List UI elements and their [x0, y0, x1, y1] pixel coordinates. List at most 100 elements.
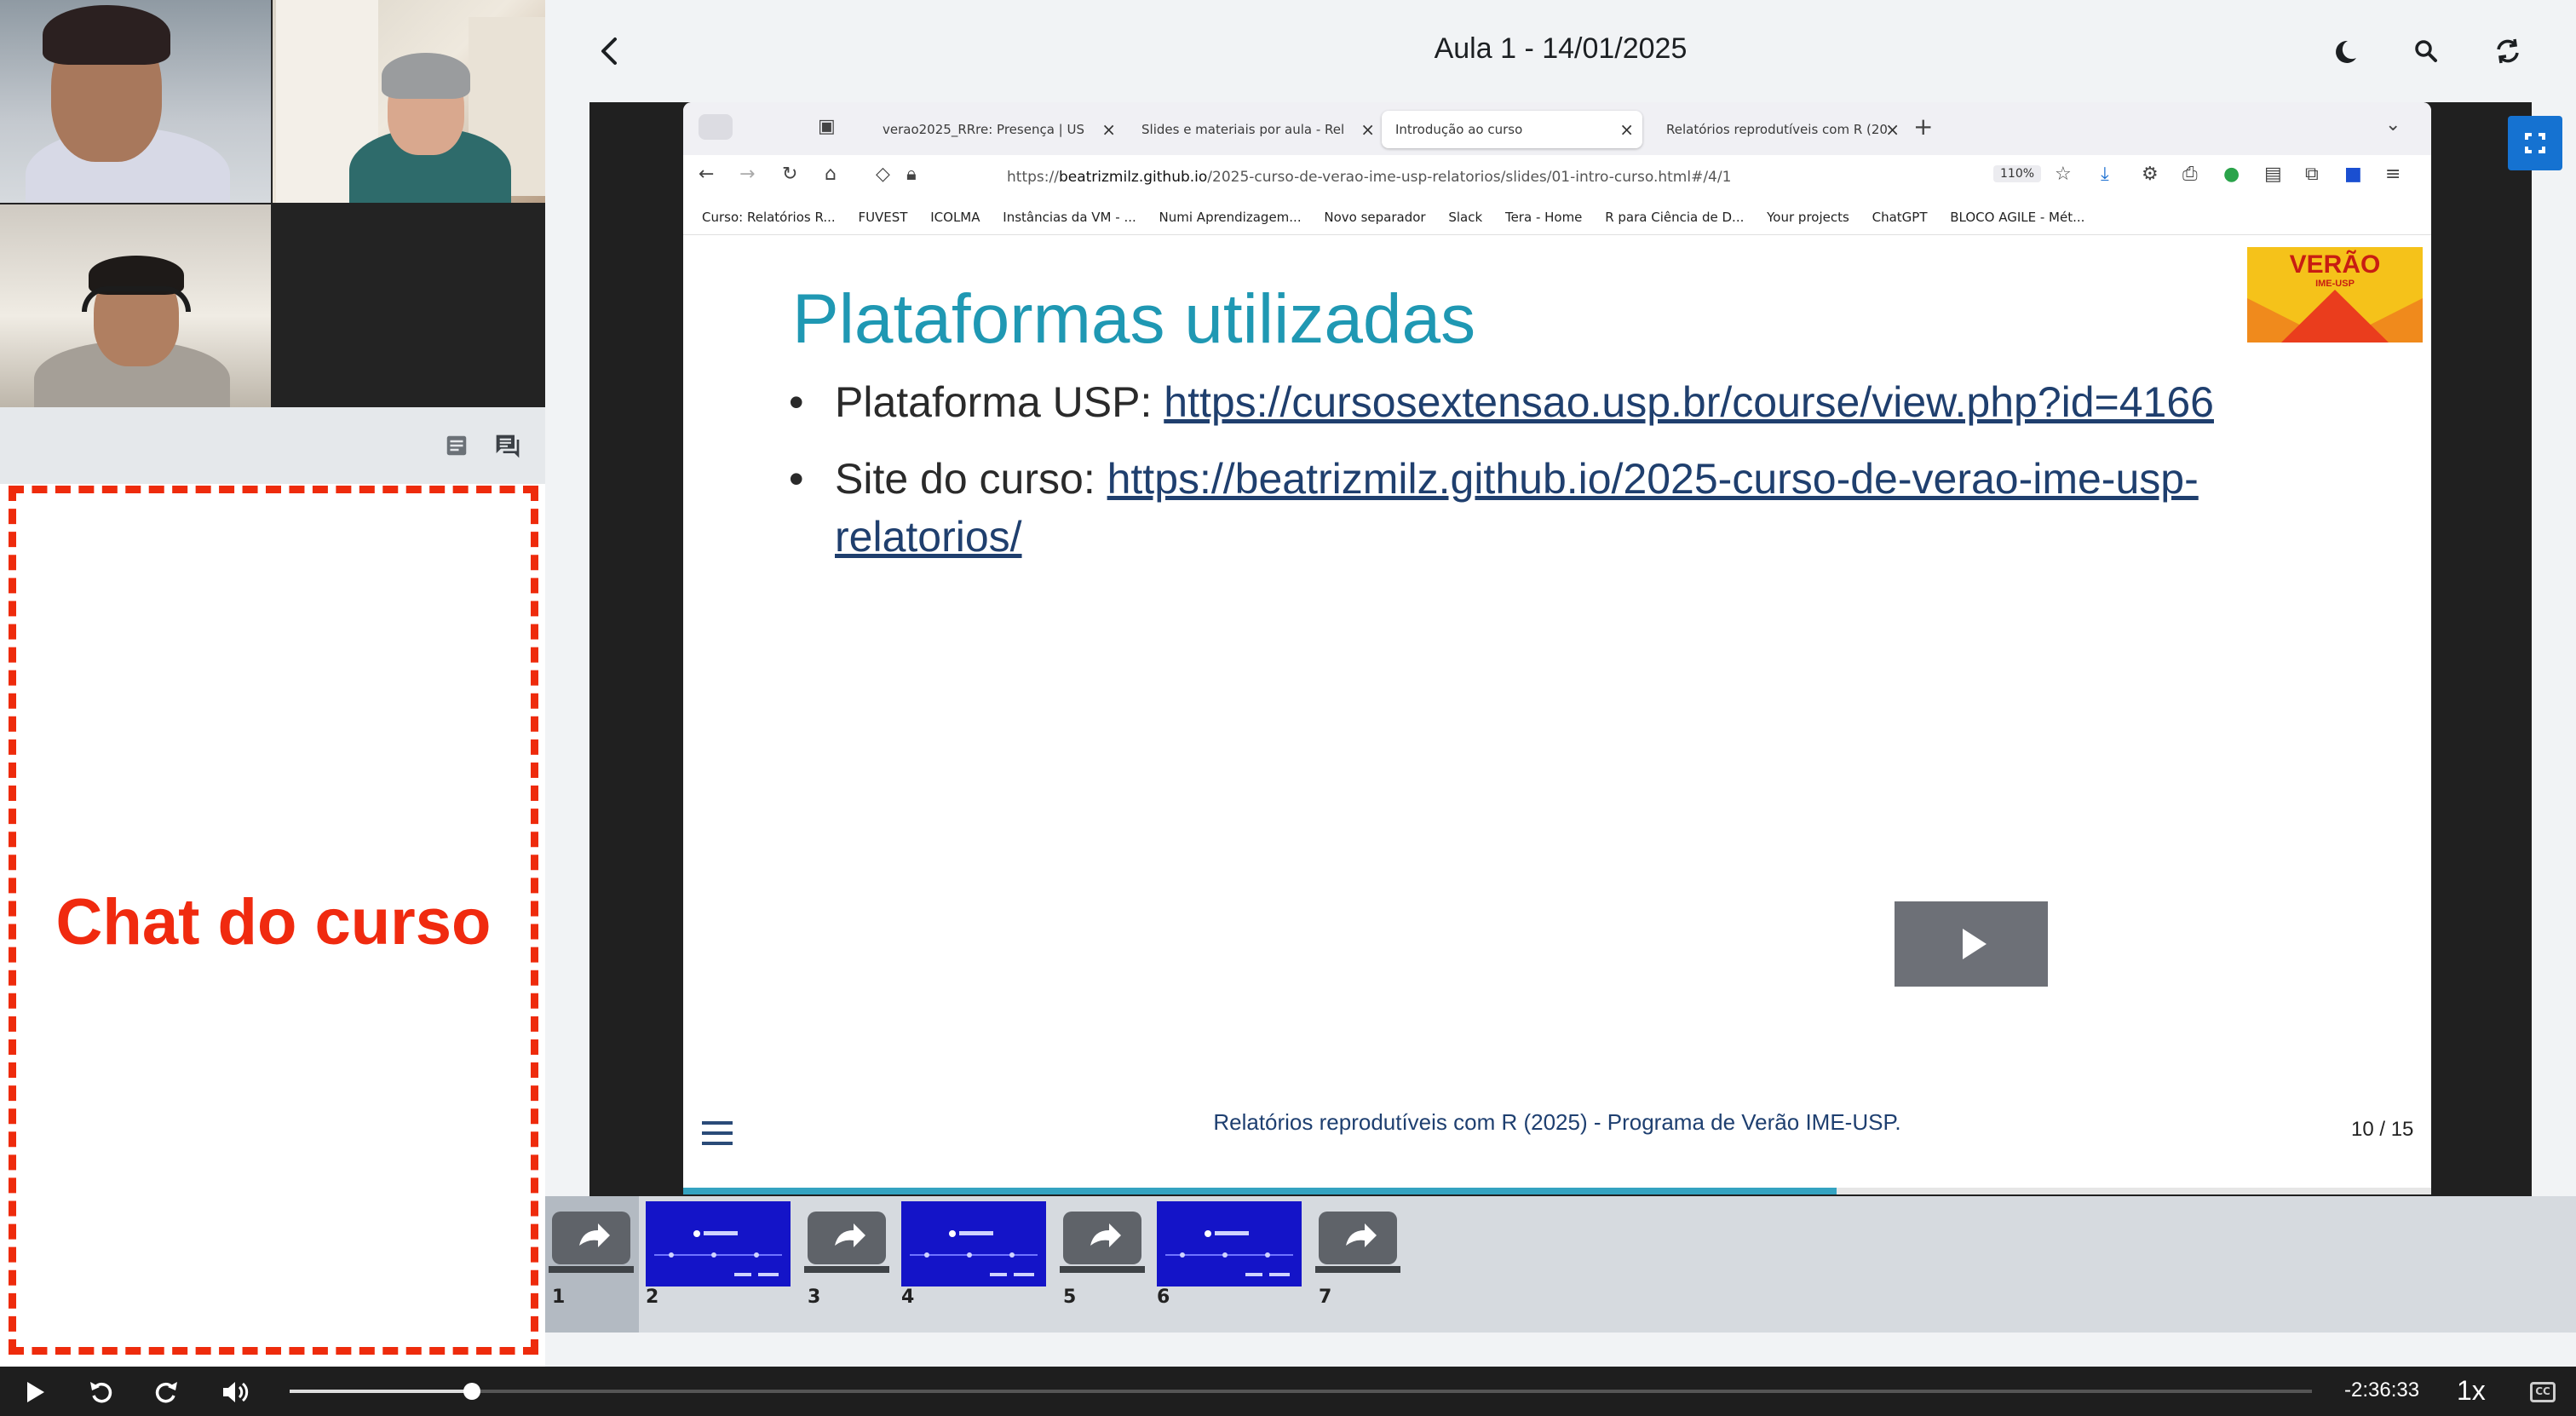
share-base: [549, 1266, 634, 1273]
thumbnail-1[interactable]: 1: [545, 1196, 639, 1333]
screen-share-video[interactable]: ▣ verao2025_RRre: Presença | US × Slides …: [589, 102, 2532, 1196]
share-base: [804, 1266, 889, 1273]
slide-thumbnail-image: [1157, 1201, 1302, 1286]
thumbnail-4[interactable]: 4: [894, 1196, 1056, 1333]
browser-tab-3-active: Introdução ao curso ×: [1382, 111, 1642, 148]
slide-thumbnail-image: [646, 1201, 791, 1286]
account-icon: ■: [2344, 164, 2362, 185]
chat-toolbar: [0, 407, 545, 484]
forward-icon: [155, 1382, 177, 1403]
bookmark-7: Slack: [1448, 210, 1483, 225]
captions-button[interactable]: CC: [2530, 1382, 2556, 1402]
extension-icon: ●: [2223, 164, 2240, 185]
verao-ime-usp-logo: VERÃO IME-USP: [2247, 247, 2423, 342]
browser-tab-4-label: Relatórios reprodutíveis com R (20: [1666, 122, 1888, 137]
bookmark-8: Tera - Home: [1504, 210, 1583, 225]
rewind-icon: [90, 1382, 112, 1403]
close-icon: ×: [1619, 119, 1634, 140]
zoom-level: 110%: [1993, 165, 2042, 182]
bullet-1-link: https://cursosextensao.usp.br/course/vie…: [1164, 378, 2214, 426]
play-icon: [27, 1382, 44, 1402]
browser-tab-3-label: Introdução ao curso: [1395, 122, 1523, 137]
slide-title: Plataformas utilizadas: [792, 280, 1476, 358]
browser-tab-1: verao2025_RRre: Presença | US ×: [869, 111, 1124, 148]
webcam-participant-1: [0, 0, 271, 203]
share-base: [1315, 1266, 1400, 1273]
thumbnail-number: 3: [808, 1286, 821, 1308]
thumbnail-number: 2: [646, 1286, 659, 1308]
browser-tab-2-label: Slides e materiais por aula - Rel: [1141, 122, 1345, 137]
close-icon: ×: [1101, 119, 1116, 140]
thumbnail-3[interactable]: 3: [801, 1196, 894, 1333]
new-tab-icon: +: [1913, 112, 1934, 141]
bookmark-11: ChatGPT: [1872, 210, 1928, 225]
header: Aula 1 - 14/01/2025: [545, 0, 2576, 102]
sync-icon: [2497, 38, 2519, 64]
dark-mode-button[interactable]: [2326, 32, 2363, 70]
seek-handle[interactable]: [463, 1383, 480, 1400]
slide-thumbnail-image: [901, 1201, 1046, 1286]
url-prefix: https://: [1007, 169, 1059, 186]
close-icon: ×: [1360, 119, 1375, 140]
share-icon: [552, 1212, 630, 1264]
search-button[interactable]: [2407, 32, 2445, 70]
bullet-2-link-line2: relatorios/: [835, 513, 1022, 561]
reader-icon: ▤: [2264, 164, 2282, 185]
bookmarks-bar: Curso: Relatórios R... FUVEST ICOLMA Ins…: [683, 199, 2431, 235]
thumbnail-7[interactable]: 7: [1312, 1196, 1406, 1333]
forward-button[interactable]: [152, 1377, 182, 1407]
share-icon: [1319, 1212, 1397, 1264]
back-arrow-icon: ←: [699, 164, 715, 185]
bullet-2-link-line1: https://beatrizmilz.github.io/2025-curso…: [1107, 455, 2199, 503]
video-play-overlay-button[interactable]: [1895, 901, 2048, 987]
page-title: Aula 1 - 14/01/2025: [1434, 32, 1688, 65]
left-column: Chat do curso: [0, 0, 545, 1367]
rewind-button[interactable]: [85, 1377, 116, 1407]
fullscreen-icon: [2525, 133, 2545, 153]
forward-arrow-icon: →: [739, 164, 756, 185]
webcam-empty-slot: [273, 204, 545, 407]
browser-tab-1-label: verao2025_RRre: Presença | US: [883, 122, 1084, 137]
shared-browser-window: ▣ verao2025_RRre: Presença | US × Slides …: [683, 102, 2431, 1194]
thumbnail-number: 4: [901, 1286, 915, 1308]
bookmark-10: Your projects: [1767, 210, 1849, 225]
fullscreen-button[interactable]: [2508, 116, 2562, 170]
bookmark-3: ICOLMA: [930, 210, 980, 225]
volume-icon: [223, 1382, 249, 1402]
volume-button[interactable]: [220, 1377, 250, 1407]
notes-icon[interactable]: [441, 433, 472, 458]
share-icon: [1063, 1212, 1141, 1264]
chat-icon[interactable]: [492, 433, 523, 458]
bookmark-4: Instâncias da VM - ...: [1003, 210, 1136, 225]
search-icon: [2415, 40, 2437, 62]
bookmark-9: R para Ciência de D...: [1605, 210, 1745, 225]
lock-icon: 🔒︎: [906, 164, 917, 185]
download-icon: ⤓: [2101, 164, 2109, 185]
slide-progress-fill: [683, 1188, 1837, 1194]
thumbnail-2[interactable]: 2: [639, 1196, 801, 1333]
sync-button[interactable]: [2489, 32, 2527, 70]
thumbnail-number: 7: [1319, 1286, 1332, 1308]
chat-highlight-frame: Chat do curso: [9, 486, 538, 1355]
seek-bar[interactable]: [290, 1383, 2312, 1400]
thumbnail-6[interactable]: 6: [1150, 1196, 1312, 1333]
bookmark-12: BLOCO AGILE - Mét...: [1950, 210, 2085, 225]
seek-bar-fill: [290, 1390, 472, 1393]
bookmark-1: Curso: Relatórios R...: [702, 210, 836, 225]
play-button[interactable]: [19, 1377, 49, 1407]
svg-text:IME-USP: IME-USP: [2315, 279, 2355, 289]
puzzle-icon: ⧉: [2305, 164, 2319, 185]
playback-speed-button[interactable]: 1x: [2457, 1375, 2486, 1407]
slide-page-number: 10 / 15: [2351, 1118, 2414, 1141]
thumbnail-5[interactable]: 5: [1056, 1196, 1150, 1333]
chat-label: Chat do curso: [55, 886, 492, 958]
share-icon: [808, 1212, 886, 1264]
presentation-slide: Plataformas utilizadas VERÃO IME-USP Pla…: [683, 235, 2431, 1194]
chevron-down-icon: ⌄: [2385, 114, 2401, 135]
close-icon: ×: [1885, 119, 1900, 140]
svg-text:VERÃO: VERÃO: [2290, 250, 2381, 279]
browser-navbar: ← → ↻ ⌂ ◇ 🔒︎ https://beatrizmilz.github.…: [683, 155, 2431, 199]
share-base: [1060, 1266, 1145, 1273]
webcams-area: [0, 0, 545, 407]
moon-icon: [2336, 40, 2356, 63]
